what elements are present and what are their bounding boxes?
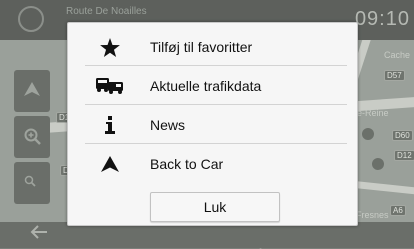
close-button[interactable]: Luk [150, 192, 280, 222]
back-arrow-icon[interactable] [30, 225, 48, 244]
map-label: Fresnes [356, 210, 389, 220]
menu-item-label: Tilføj til favoritter [150, 39, 253, 55]
menu-item-traffic-info[interactable]: Aktuelle trafikdata [85, 67, 347, 105]
menu-item-back-to-car[interactable]: Back to Car [85, 145, 347, 183]
context-menu-popup: Tilføj til favoritter Aktuelle trafikdat… [67, 22, 358, 226]
road-shield: D60 [392, 130, 413, 141]
menu-item-label: Aktuelle trafikdata [150, 78, 262, 94]
zoom-in-icon [24, 128, 42, 151]
info-icon [85, 106, 135, 144]
route-name: Route De Noailles [66, 6, 147, 17]
menu-item-label: News [150, 117, 186, 133]
side-navigation-button[interactable] [14, 70, 50, 112]
compass-icon[interactable] [18, 6, 44, 32]
map-poi-icon [372, 158, 384, 170]
zoom-out-icon [24, 174, 36, 192]
zoom-in-button[interactable] [14, 116, 50, 158]
divider [85, 143, 347, 144]
map-side-controls [0, 60, 50, 210]
road-shield: D12 [394, 150, 414, 161]
menu-item-news[interactable]: News [85, 106, 347, 144]
road-shield: D57 [384, 70, 405, 81]
traffic-icon [85, 67, 135, 105]
clock: 09:10 [354, 8, 410, 30]
map-poi-icon [362, 128, 374, 140]
map-label: Cache [384, 50, 411, 60]
navigation-arrow-icon [85, 145, 135, 183]
road-shield: A6 [390, 205, 406, 216]
divider [85, 65, 347, 66]
star-icon [85, 28, 135, 66]
navigation-arrow-icon [24, 82, 40, 101]
menu-item-add-favourite[interactable]: Tilføj til favoritter [85, 28, 347, 66]
divider [85, 104, 347, 105]
menu-item-label: Back to Car [150, 156, 224, 172]
zoom-out-button[interactable] [14, 162, 50, 204]
